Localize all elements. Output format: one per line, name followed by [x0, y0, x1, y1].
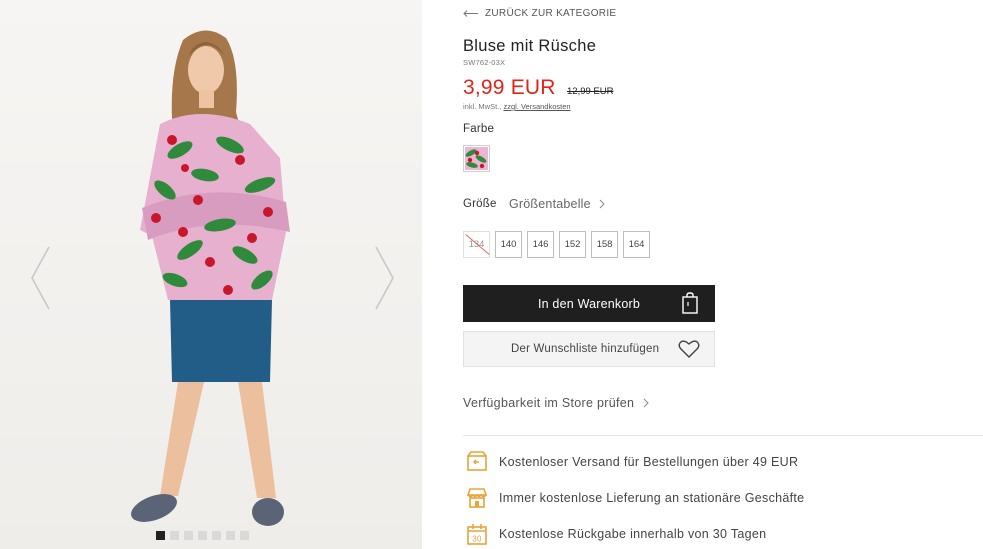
gallery-dot[interactable]	[156, 531, 165, 540]
gallery-dot[interactable]	[240, 531, 249, 540]
gallery-pagination	[156, 531, 249, 540]
tax-note-text: inkl. MwSt.,	[463, 102, 502, 111]
back-link-label: ZURÜCK ZUR KATEGORIE	[485, 8, 617, 19]
chevron-right-icon	[643, 398, 650, 408]
benefit-free-returns: 30 Kostenlose Rückgabe innerhalb von 30 …	[466, 523, 766, 545]
gallery-dot[interactable]	[184, 531, 193, 540]
size-options: 134 140 146 152 158 164	[463, 231, 650, 258]
benefit-text: Immer kostenlose Lieferung an stationäre…	[499, 491, 805, 505]
size-option[interactable]: 146	[527, 231, 554, 258]
divider	[463, 435, 983, 436]
size-table-link[interactable]: Größentabelle	[509, 197, 605, 211]
shopping-bag-icon	[682, 292, 698, 314]
gallery-dot[interactable]	[170, 531, 179, 540]
arrow-left-icon	[463, 10, 478, 17]
product-details: ZURÜCK ZUR KATEGORIE Bluse mit Rüsche SW…	[463, 0, 983, 549]
heart-icon	[678, 340, 700, 358]
tax-note: inkl. MwSt., zzgl. Versandkosten	[463, 102, 571, 111]
calendar-30-icon: 30	[467, 524, 487, 545]
size-label: Größe	[463, 198, 497, 210]
benefit-text: Kostenloser Versand für Bestellungen übe…	[499, 455, 799, 469]
product-photo	[0, 0, 422, 549]
size-option-unavailable[interactable]: 134	[463, 231, 490, 258]
benefit-store-delivery: Immer kostenlose Lieferung an stationäre…	[466, 487, 804, 509]
delivery-box-icon	[467, 451, 487, 471]
product-image-gallery	[0, 0, 422, 549]
benefit-free-shipping: Kostenloser Versand für Bestellungen übe…	[466, 451, 798, 473]
store-availability-label: Verfügbarkeit im Store prüfen	[463, 396, 635, 410]
cherry-print-swatch-icon	[465, 147, 488, 170]
add-to-cart-button[interactable]: In den Warenkorb	[463, 285, 715, 322]
svg-text:30: 30	[472, 535, 482, 544]
next-image-arrow-icon[interactable]	[374, 245, 396, 311]
gallery-dot[interactable]	[198, 531, 207, 540]
store-availability-link[interactable]: Verfügbarkeit im Store prüfen	[463, 396, 650, 410]
size-option[interactable]: 164	[623, 231, 650, 258]
product-title: Bluse mit Rüsche	[463, 37, 597, 55]
chevron-right-icon	[599, 199, 605, 209]
gallery-dot[interactable]	[226, 531, 235, 540]
wishlist-label: Der Wunschliste hinzufügen	[511, 343, 660, 355]
previous-image-arrow-icon[interactable]	[29, 245, 51, 311]
back-to-category-link[interactable]: ZURÜCK ZUR KATEGORIE	[463, 8, 616, 19]
size-option[interactable]: 158	[591, 231, 618, 258]
size-option[interactable]: 152	[559, 231, 586, 258]
current-price: 3,99 EUR	[463, 76, 556, 99]
shipping-costs-link[interactable]: zzgl. Versandkosten	[503, 102, 570, 111]
product-sku: SW762-03X	[463, 58, 506, 67]
add-to-cart-label: In den Warenkorb	[537, 296, 641, 311]
size-table-label: Größentabelle	[509, 197, 591, 211]
color-label: Farbe	[463, 123, 495, 135]
benefit-text: Kostenlose Rückgabe innerhalb von 30 Tag…	[499, 527, 767, 541]
store-icon	[466, 488, 488, 508]
color-swatch-selected[interactable]	[463, 145, 490, 172]
size-option[interactable]: 140	[495, 231, 522, 258]
add-to-wishlist-button[interactable]: Der Wunschliste hinzufügen	[463, 331, 715, 367]
gallery-dot[interactable]	[212, 531, 221, 540]
old-price: 12,99 EUR	[567, 86, 614, 97]
